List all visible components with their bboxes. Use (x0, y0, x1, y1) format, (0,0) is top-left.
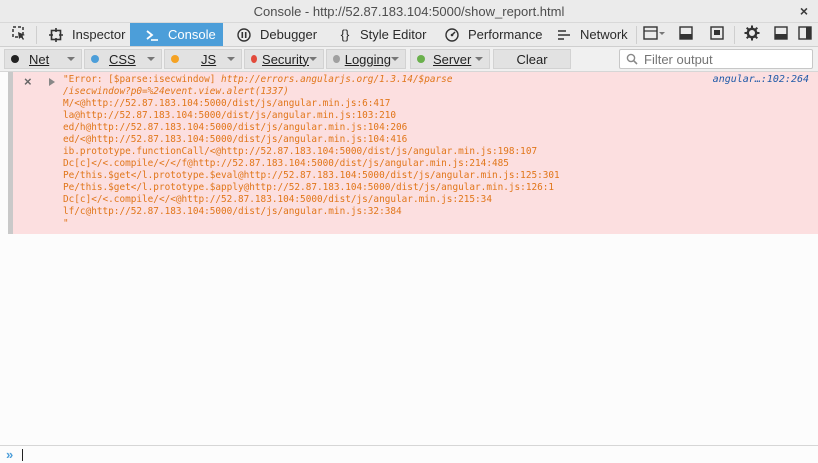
stack-frame: lf/c@http://52.87.183.104:5000/dist/js/a… (63, 206, 402, 217)
filter-security-button[interactable]: Security (244, 49, 324, 69)
screenshot-button[interactable] (705, 23, 729, 46)
error-doc-link[interactable]: http://errors.angularjs.org/1.3.14/$pars… (221, 74, 452, 85)
search-icon (624, 51, 640, 67)
filter-output-input[interactable] (644, 51, 804, 67)
js-category-icon (171, 55, 179, 63)
filter-logging-button[interactable]: Logging (326, 49, 406, 69)
tab-console-label: Console (168, 27, 216, 42)
dock-bottom-button[interactable] (770, 23, 792, 46)
filter-logging-label: Logging (344, 51, 391, 67)
filter-server-label: Server (433, 51, 472, 67)
clear-console-button[interactable]: Clear (493, 49, 571, 69)
prompt-icon: » (6, 447, 14, 462)
filter-js-button[interactable]: JS (164, 49, 242, 69)
performance-icon (444, 27, 460, 43)
toolbar-separator (734, 26, 735, 44)
server-category-icon (417, 55, 425, 63)
settings-icon (744, 25, 760, 44)
element-picker-icon (11, 25, 27, 44)
tab-network-label: Network (580, 27, 628, 42)
tab-debugger-label: Debugger (260, 27, 318, 42)
stack-frame: ib.prototype.functionCall/<@http://52.87… (63, 146, 538, 157)
chevron-down-icon (227, 57, 235, 61)
console-input[interactable]: » (0, 445, 818, 463)
dock-side-icon (798, 26, 812, 43)
responsive-design-button[interactable] (640, 23, 668, 46)
filter-css-label: CSS (109, 51, 136, 67)
tab-style-editor-label: Style Editor (360, 27, 427, 42)
stack-frame: la@http://52.87.183.104:5000/dist/js/ang… (63, 110, 397, 121)
css-category-icon (91, 55, 99, 63)
toolbar-separator (36, 26, 37, 44)
element-picker-button[interactable] (4, 23, 34, 46)
window-titlebar: Console - http://52.87.183.104:5000/show… (0, 0, 818, 23)
tab-style-editor[interactable]: {} Style Editor (328, 23, 432, 46)
tab-console[interactable]: Console (130, 23, 223, 46)
toolbar-separator (636, 26, 637, 44)
source-location-link[interactable]: angular…:102:264 (713, 74, 809, 85)
error-severity-icon: × (24, 74, 32, 89)
tab-inspector-label: Inspector (72, 27, 126, 42)
expand-twisty-icon[interactable] (49, 78, 55, 86)
stack-frame: Dc[c]</<.compile/</</f@http://52.87.183.… (63, 158, 509, 169)
filter-net-label: Net (29, 51, 50, 67)
error-doc-link-cont[interactable]: /isecwindow?p0=%24event.view.alert(1337) (63, 86, 289, 97)
filter-js-label: JS (201, 51, 217, 67)
stack-frame: " (63, 218, 69, 229)
logging-category-icon (333, 55, 340, 63)
tab-debugger[interactable]: Debugger (226, 23, 322, 46)
scratchpad-button[interactable] (674, 23, 698, 46)
dock-side-button[interactable] (794, 23, 816, 46)
dock-bottom-icon (774, 26, 788, 43)
console-filter-bar: Net CSS JS Security Logging Server Clear (0, 47, 818, 72)
text-caret (22, 449, 23, 461)
style-editor-icon: {} (340, 27, 350, 42)
stack-frame: Pe/this.$get</l.prototype.$eval@http://5… (63, 170, 560, 181)
chevron-down-icon (309, 57, 317, 61)
stack-frame: M/<@http://52.87.183.104:5000/dist/js/an… (63, 98, 391, 109)
chevron-down-icon (475, 57, 483, 61)
filter-server-button[interactable]: Server (410, 49, 490, 69)
console-output[interactable]: × "Error: [$parse:isecwindow] http://err… (0, 72, 818, 445)
filter-security-label: Security (262, 51, 309, 67)
tab-performance-label: Performance (468, 27, 543, 42)
filter-output-field[interactable] (619, 49, 813, 69)
scratchpad-icon (678, 25, 694, 44)
screenshot-icon (709, 25, 725, 44)
stack-frame: Pe/this.$get</l.prototype.$apply@http://… (63, 182, 555, 193)
error-message-body: "Error: [$parse:isecwindow] http://error… (63, 74, 703, 230)
stack-frame: ed/<@http://52.87.183.104:5000/dist/js/a… (63, 134, 408, 145)
network-icon (556, 27, 572, 43)
filter-css-button[interactable]: CSS (84, 49, 162, 69)
stack-frame: Dc[c]</<.compile/</<@http://52.87.183.10… (63, 194, 492, 205)
window-title: Console - http://52.87.183.104:5000/show… (253, 4, 565, 19)
inspector-icon (48, 27, 64, 43)
debugger-icon (236, 27, 252, 43)
chevron-down-icon (67, 57, 75, 61)
filter-net-button[interactable]: Net (4, 49, 82, 69)
tab-performance[interactable]: Performance (436, 23, 546, 46)
settings-button[interactable] (740, 23, 764, 46)
error-message: × "Error: [$parse:isecwindow] http://err… (8, 72, 818, 234)
responsive-design-icon (643, 25, 665, 44)
chevron-down-icon (391, 57, 399, 61)
net-category-icon (11, 55, 19, 63)
chevron-down-icon (147, 57, 155, 61)
tab-network[interactable]: Network (548, 23, 634, 46)
error-prefix: "Error: [$parse:isecwindow] (63, 74, 222, 85)
close-window-button[interactable]: × (800, 0, 808, 23)
tab-inspector[interactable]: Inspector (38, 23, 130, 46)
console-icon (144, 27, 160, 43)
devtools-toolbar: Inspector Console Debugger {} Style Edit… (0, 23, 818, 47)
security-category-icon (251, 55, 258, 63)
stack-frame: ed/h@http://52.87.183.104:5000/dist/js/a… (63, 122, 408, 133)
